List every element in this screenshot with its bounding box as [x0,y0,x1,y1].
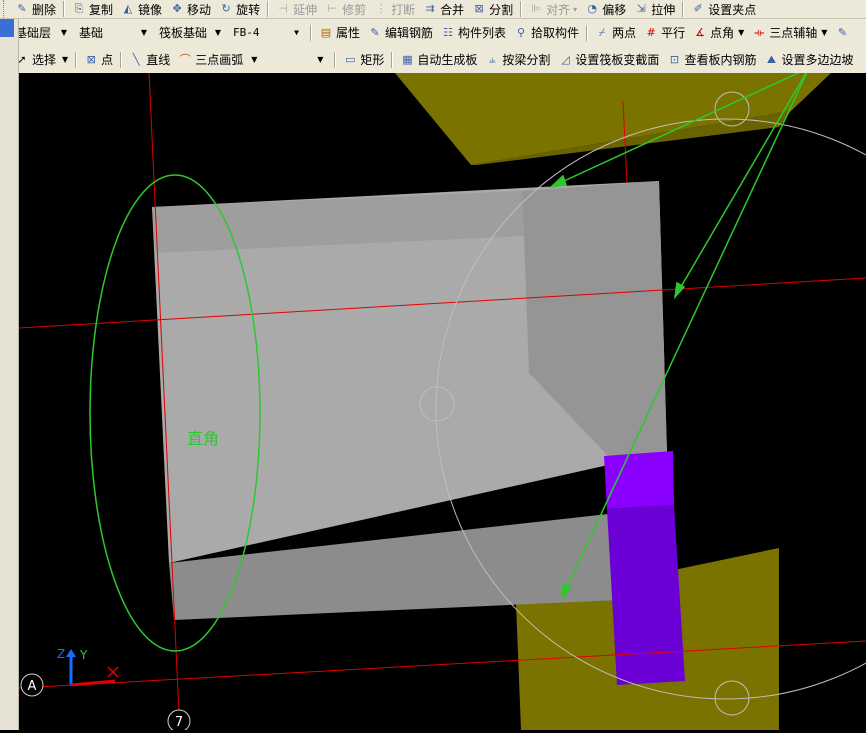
axis-y-label: Y [79,648,88,662]
split-icon: ⊠ [474,2,484,15]
arc-button[interactable]: ⌒ 三点画弧 ▼ [174,46,261,73]
pick-component-button[interactable]: ⚲ 拾取构件 [510,19,583,46]
component-select[interactable]: FB-4 ▼ [229,24,303,42]
component-toolbar: 基础层 ▼ 基础 ▼ 筏板基础 ▼ FB-4 ▼ ▤ 属性 ✎ 编辑钢筋 ☷ 构件列表 ⚲ 拾取… [0,19,866,47]
select-button[interactable]: ➚ 选择 ▼ [11,46,72,73]
three-point-axis-icon: ⟛ [754,25,765,39]
toolbar-separator [391,51,394,68]
pen-icon: ✐ [693,2,703,15]
set-variable-section-button[interactable]: ◿ 设置筏板变截面 [554,46,663,73]
rotate-icon: ↻ [221,2,231,15]
grid-icon: ▦ [402,52,413,66]
annotation-label: 直角 [187,429,219,448]
extend-button[interactable]: ⊣ 延伸 [272,0,321,18]
rect-icon: ▭ [345,52,356,66]
draw-toolbar: ➚ 选择 ▼ ⊠ 点 ╲ 直线 ⌒ 三点画弧 ▼ ▼ ▭ 矩形 ▦ 自动生成板 ⫨ 按梁分割 ◿ 设… [0,46,866,74]
parallel-button[interactable]: # 平行 [640,19,689,46]
line-button[interactable]: ╲ 直线 [125,46,174,73]
dropdown-arrow-icon: ▼ [60,28,67,37]
split-by-beam-button[interactable]: ⫨ 按梁分割 [481,46,554,73]
break-button[interactable]: ⋮ 打断 [370,0,419,18]
axis-z-label: Z [57,647,65,661]
align-button[interactable]: ⊫ 对齐 ▾ [525,0,581,18]
toolbar-separator [120,51,123,68]
properties-button[interactable]: ▤ 属性 [315,19,364,46]
toolbar-separator [267,1,270,17]
rotate-button[interactable]: ↻ 旋转 [215,0,264,18]
view-slab-rebar-button[interactable]: ⊡ 查看板内钢筋 [663,46,760,73]
eraser-icon: ✎ [17,2,27,15]
offset-button[interactable]: ◔ 偏移 [581,0,630,18]
variable-section-icon: ◿ [561,52,570,66]
list-icon: ☷ [443,25,453,39]
3d-viewport[interactable]: 直角 Z Y A 7 [18,67,866,733]
view-rebar-icon: ⊡ [669,52,680,66]
component-list-button[interactable]: ☷ 构件列表 [437,19,510,46]
left-panel-edge [0,19,19,730]
arc-icon: ⌒ [179,52,191,66]
eyedropper-icon: ⚲ [517,25,526,39]
dropdown-arrow-icon: ▼ [140,28,147,37]
stretch-button[interactable]: ⇲ 拉伸 [630,0,679,18]
align-icon: ⊫ [531,2,541,15]
mirror-button[interactable]: ◭ 镜像 [117,0,166,18]
beam-split-icon: ⫨ [489,52,496,66]
extend-icon: ⊣ [278,2,288,15]
column-side [607,505,685,685]
three-point-axis-button[interactable]: ⟛ 三点辅轴 ▼ [748,19,831,46]
toolbar-separator [520,1,523,17]
merge-icon: ⇉ [425,2,435,15]
toolbar-grip[interactable] [3,0,7,18]
two-points-icon: ⌿ [598,25,606,39]
arc-value-select[interactable]: ▼ [261,51,327,69]
break-icon: ⋮ [375,2,387,15]
dropdown-arrow-icon: ▼ [294,28,299,37]
category-select[interactable]: 基础 ▼ [75,24,151,42]
trim-button[interactable]: ⊢ 修剪 [321,0,370,18]
split-button[interactable]: ⊠ 分割 [468,0,517,18]
parallel-icon: # [646,25,656,39]
set-grip-button[interactable]: ✐ 设置夹点 [687,0,760,18]
trim-icon: ⊢ [327,2,337,15]
point-angle-button[interactable]: ∡ 点角 ▼ [689,19,748,46]
edit-toolbar: ✎ 删除 ⎘ 复制 ◭ 镜像 ✥ 移动 ↻ 旋转 ⊣ 延伸 ⊢ 修剪 ⋮ 打断 ⇉ 合并 ⊠ 分割 … [0,0,866,19]
column-top [604,451,674,509]
edit-rebar-button[interactable]: ✎ 编辑钢筋 [364,19,437,46]
point-angle-icon: ∡ [695,25,706,39]
stretch-icon: ⇲ [636,2,646,15]
two-points-button[interactable]: ⌿ 两点 [591,19,640,46]
layer-select[interactable]: 基础层 ▼ [11,24,71,42]
properties-icon: ▤ [320,25,332,39]
point-button[interactable]: ⊠ 点 [80,46,117,73]
more-tools-icon[interactable]: ✎ [831,19,856,46]
move-icon: ✥ [172,2,182,15]
viewport-canvas[interactable]: 直角 Z Y A 7 [18,67,866,733]
set-multi-edge-slope-button[interactable]: ⛰ 设置多边边坡 [760,46,857,73]
merge-button[interactable]: ⇉ 合并 [419,0,468,18]
toolbar-separator [310,24,312,41]
move-button[interactable]: ✥ 移动 [166,0,215,18]
line-icon: ╲ [132,52,140,66]
component-type-select[interactable]: 筏板基础 ▼ [155,24,225,42]
point-icon: ⊠ [86,52,96,66]
toolbar-separator [63,1,66,17]
rect-button[interactable]: ▭ 矩形 [339,46,388,73]
auto-slab-button[interactable]: ▦ 自动生成板 [396,46,481,73]
delete-button[interactable]: ✎ 删除 [11,0,60,18]
axis-bubble-a-label: A [28,679,37,694]
mirror-icon: ◭ [123,2,133,15]
rebar-pen-icon: ✎ [370,25,380,39]
copy-icon: ⎘ [74,2,84,15]
copy-button[interactable]: ⎘ 复制 [68,0,117,18]
offset-icon: ◔ [587,2,597,15]
dropdown-arrow-icon: ▼ [317,55,324,64]
toolbar-separator [682,1,685,17]
axis-bubble-7-label: 7 [175,715,183,730]
dropdown-arrow-icon: ▼ [214,28,221,37]
toolbar-separator [586,24,589,41]
toolbar-separator [334,51,337,68]
panel-tab[interactable] [0,19,14,37]
slope-icon: ⛰ [766,52,777,66]
toolbar-separator [75,51,78,68]
